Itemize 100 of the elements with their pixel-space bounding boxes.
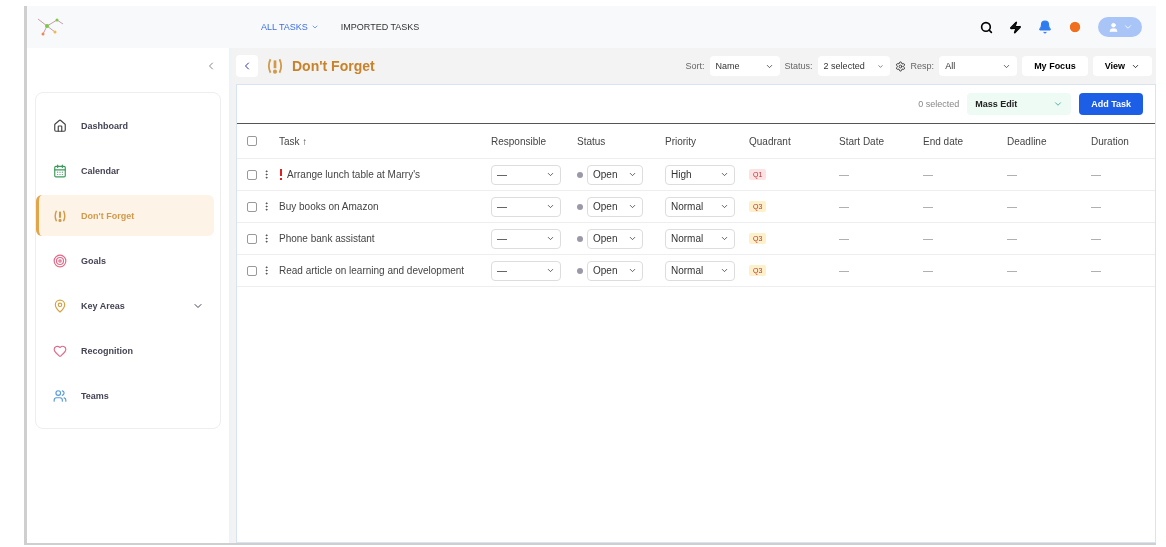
duration: — [1091,201,1101,212]
chevron-down-icon [720,266,729,275]
column-header[interactable]: Duration [1091,135,1129,147]
status-dot [577,267,583,274]
priority-select[interactable]: Normal [665,260,735,281]
column-header[interactable]: Start Date [839,135,885,147]
sidebar-icon [53,298,67,313]
chevron-down-icon [1053,99,1064,109]
chevron-down-icon [546,170,555,179]
responsible-select[interactable]: — [491,196,561,217]
status-select[interactable]: Open [587,196,643,217]
priority-select[interactable]: High [665,164,735,185]
sidebar-icon [53,163,67,178]
chevron-down-icon [628,266,637,275]
sidebar-item[interactable]: Calendar [36,150,214,191]
row-checkbox[interactable] [247,169,257,180]
column-header[interactable]: Deadline [1007,135,1047,147]
sidebar-item[interactable]: Goals [36,240,214,281]
status-dot [577,171,583,178]
sidebar-icon [53,118,67,133]
resp-select[interactable]: All [939,56,1018,76]
deadline: — [1007,201,1017,212]
responsible-select[interactable]: — [491,228,561,249]
chevron-down-icon [628,170,637,179]
chevron-down-icon [546,234,555,243]
column-header[interactable]: Responsible [491,135,547,147]
column-header[interactable]: Task ↑ [279,135,308,147]
responsible-select[interactable]: — [491,164,561,185]
settings-icon[interactable] [894,60,906,72]
add-task-button[interactable]: Add Task [1079,93,1143,115]
priority-select[interactable]: Normal [665,228,735,249]
resp-label: Resp: [910,61,935,71]
alert-icon [266,57,284,75]
end-date: — [923,265,933,276]
clock-icon[interactable] [1068,20,1082,34]
status-dot [577,235,583,242]
status-select[interactable]: Open [587,260,643,281]
search-icon[interactable] [980,20,993,34]
column-header[interactable]: Priority [665,135,697,147]
deadline: — [1007,233,1017,244]
task-name: Arrange lunch table at Marry's [287,169,421,180]
chevron-down-icon [546,266,555,275]
deadline: — [1007,169,1017,180]
chevron-down-icon [720,170,729,179]
end-date: — [923,201,933,212]
row-checkbox[interactable] [247,233,257,244]
chevron-down-icon [720,234,729,243]
task-name: Phone bank assistant [279,233,375,244]
alert-icon [53,208,67,223]
column-header[interactable]: End date [923,135,964,147]
sort-select[interactable]: Name [709,56,780,76]
sort-label: Sort: [685,61,705,71]
chevron-down-icon [628,202,637,211]
sidebar-icon [53,253,67,268]
row-checkbox[interactable] [247,265,257,276]
status-select[interactable]: Open [587,228,643,249]
priority-select[interactable]: Normal [665,196,735,217]
nav-tab[interactable]: ALL TASKS [261,22,319,32]
start-date: — [839,201,849,212]
chevron-down-icon [720,202,729,211]
lightning-icon[interactable] [1009,20,1022,34]
duration: — [1091,233,1101,244]
sidebar-item[interactable]: Key Areas [36,285,214,326]
end-date: — [923,233,933,244]
page-title: Don't Forget [292,58,375,74]
profile-menu[interactable] [1098,17,1142,37]
sidebar-item[interactable]: Recognition [36,330,214,371]
column-header[interactable]: Status [577,135,606,147]
sidebar-icon [53,388,67,403]
back-button[interactable] [236,55,258,77]
status-label: Status: [784,61,813,71]
status-dot [577,203,583,210]
sidebar-icon [53,343,67,358]
responsible-select[interactable]: — [491,260,561,281]
start-date: — [839,233,849,244]
row-checkbox[interactable] [247,201,257,212]
task-name: Read article on learning and development [279,265,465,276]
task-name: Buy books on Amazon [279,201,379,212]
duration: — [1091,265,1101,276]
column-header[interactable]: Quadrant [749,135,791,147]
mass-edit-select[interactable]: Mass Edit [967,93,1072,115]
start-date: — [839,265,849,276]
status-select[interactable]: 2 selected [817,56,890,76]
status-select[interactable]: Open [587,164,643,185]
my-focus-button[interactable]: My Focus [1022,56,1088,76]
end-date: — [923,169,933,180]
user-icon [1107,21,1119,33]
chevron-down-icon [628,234,637,243]
selected-count: 0 selected [918,99,960,109]
nav-tab[interactable]: IMPORTED TASKS [340,22,420,32]
duration: — [1091,169,1101,180]
select-all-checkbox[interactable] [247,136,257,146]
sidebar-item[interactable]: Dashboard [36,105,214,146]
chevron-down-icon [876,62,884,70]
deadline: — [1007,265,1017,276]
bell-icon[interactable] [1038,20,1052,34]
chevron-down-icon [1122,22,1133,32]
chevron-down-icon [546,202,555,211]
view-button[interactable]: View [1092,56,1152,76]
sidebar-item[interactable]: Teams [36,375,214,416]
